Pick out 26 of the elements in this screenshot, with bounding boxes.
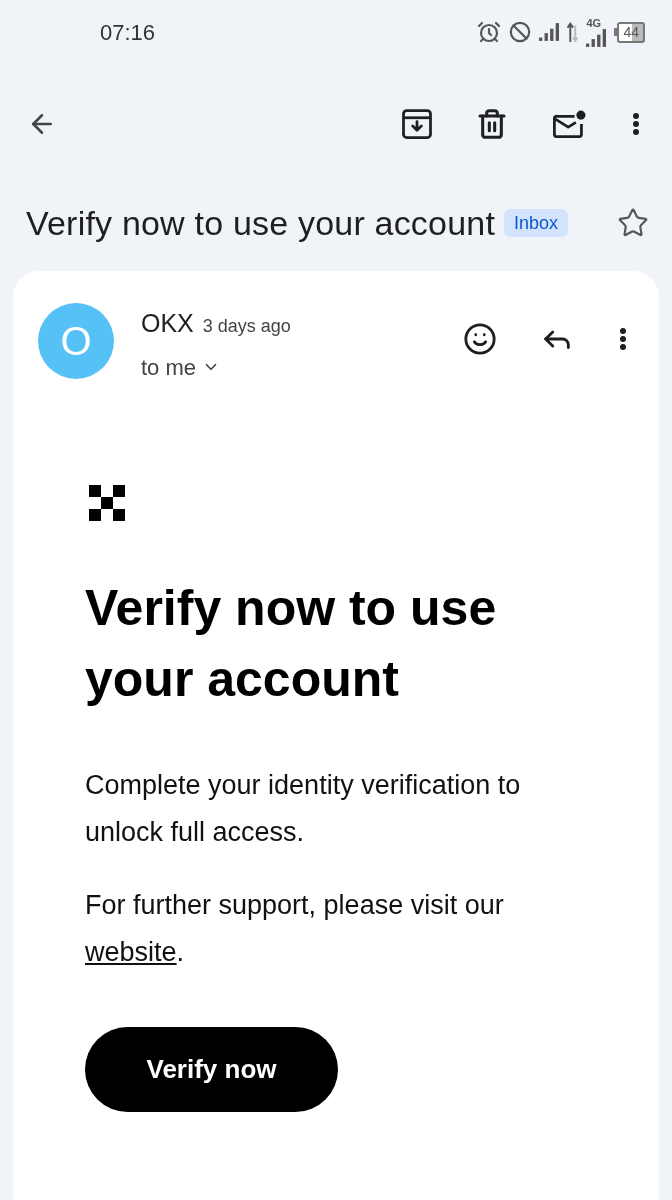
body-paragraph: For further support, please visit our website. (85, 888, 505, 969)
network-type-label: 4G (586, 17, 602, 29)
status-time: 07:16 (100, 18, 156, 47)
signal-bars-icon (539, 23, 560, 41)
sender-name: OKX (141, 308, 194, 339)
inbox-label: Inbox (504, 209, 569, 237)
sender-avatar: O (38, 303, 114, 379)
battery-indicator: 44 (614, 21, 645, 43)
verify-now-button[interactable]: Verify now (85, 1026, 338, 1112)
envelope-with-dot-icon (552, 110, 586, 138)
data-arrows-icon (567, 22, 579, 42)
body-paragraph: Complete your identity verification to unlock full access. (85, 768, 522, 849)
more-vertical-icon (620, 328, 626, 350)
do-not-disturb-icon (509, 21, 532, 43)
trash-icon (476, 108, 508, 140)
smiley-face-icon (463, 322, 497, 356)
website-link[interactable]: website (85, 936, 177, 967)
received-time: 3 days ago (202, 315, 291, 338)
recipient-details-toggle[interactable]: to me (141, 350, 291, 384)
checkered-logo-icon (89, 484, 125, 521)
alarm-clock-icon (477, 20, 502, 44)
signal-bars-icon (586, 28, 607, 47)
email-subject: Verify now to use your account (26, 202, 496, 244)
more-vertical-icon (633, 113, 639, 135)
email-heading: Verify now to use your account (85, 578, 498, 709)
archive-icon (402, 109, 432, 139)
